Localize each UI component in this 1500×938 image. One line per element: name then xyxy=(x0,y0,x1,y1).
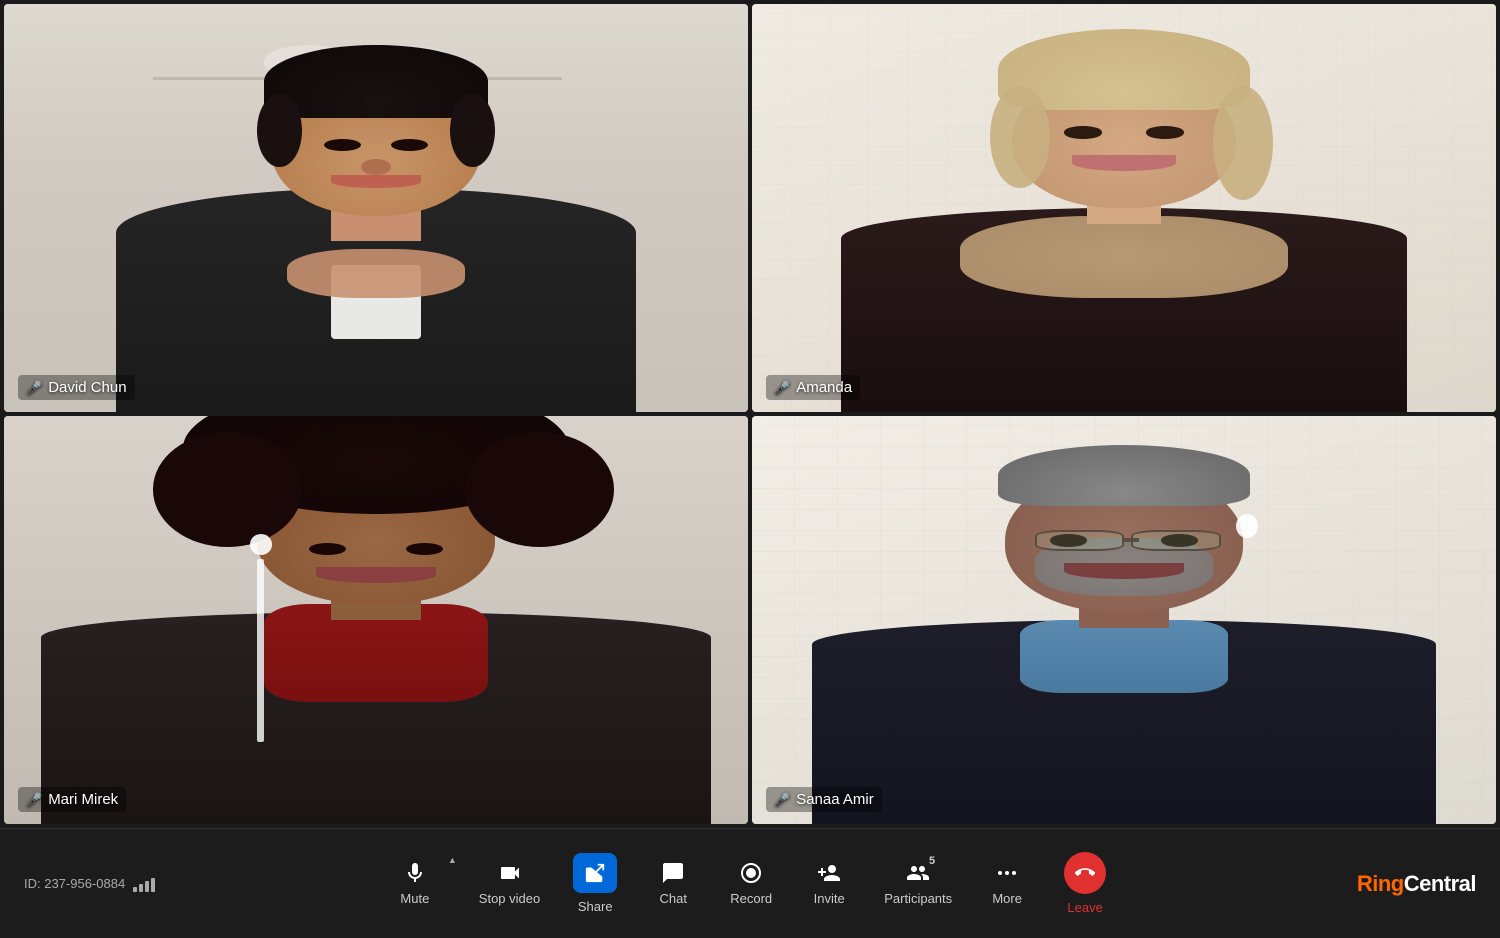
mute-caret-button[interactable]: ▲ xyxy=(446,855,459,865)
stop-video-label: Stop video xyxy=(479,891,540,906)
toolbar-actions: Mute ▲ Stop video Share xyxy=(380,844,1120,923)
participants-label: Participants xyxy=(884,891,952,906)
meeting-toolbar: ID: 237-956-0884 Mute ▲ xyxy=(0,828,1500,938)
invite-button[interactable]: Invite xyxy=(794,853,864,914)
mic-muted-icon: 🎤 xyxy=(774,380,790,396)
ringcentral-logo: RingCentral xyxy=(1357,871,1476,897)
share-label: Share xyxy=(578,899,613,914)
participant-tile-amanda: 🎤 Amanda xyxy=(752,4,1496,412)
chat-label: Chat xyxy=(659,891,686,906)
record-button[interactable]: Record xyxy=(716,853,786,914)
participant-tile-david-chun: 🎤 David Chun xyxy=(4,4,748,412)
share-button[interactable]: Share xyxy=(560,845,630,922)
record-icon xyxy=(739,861,763,885)
participants-button[interactable]: 5 Participants xyxy=(872,853,964,914)
mic-active-icon-2: 🎤 xyxy=(26,792,42,808)
participant-name-sanaa-amir: 🎤 Sanaa Amir xyxy=(766,787,882,812)
stop-video-button[interactable]: Stop video xyxy=(467,853,552,914)
mute-button[interactable]: Mute xyxy=(380,853,450,914)
leave-icon xyxy=(1064,852,1106,894)
leave-label: Leave xyxy=(1067,900,1102,915)
chat-icon xyxy=(661,861,685,885)
video-grid: 🎤 David Chun xyxy=(0,0,1500,828)
stop-video-icon xyxy=(498,861,522,885)
mute-icon xyxy=(403,861,427,885)
mic-active-icon: 🎤 xyxy=(26,380,42,396)
participant-name-amanda: 🎤 Amanda xyxy=(766,375,860,400)
invite-icon xyxy=(817,861,841,885)
share-icon xyxy=(573,853,617,893)
brand-area: RingCentral xyxy=(1296,871,1476,897)
more-label: More xyxy=(992,891,1022,906)
mute-group: Mute ▲ xyxy=(380,853,459,914)
mute-label: Mute xyxy=(400,891,429,906)
participant-tile-mari-mirek: 🎤 Mari Mirek xyxy=(4,416,748,824)
mic-active-icon-3: 🎤 xyxy=(774,792,790,808)
participants-icon xyxy=(905,861,931,885)
meeting-id: ID: 237-956-0884 xyxy=(24,876,125,891)
participant-tile-sanaa-amir: 🎤 Sanaa Amir xyxy=(752,416,1496,824)
signal-strength xyxy=(133,876,155,892)
more-icon xyxy=(995,861,1019,885)
meeting-info: ID: 237-956-0884 xyxy=(24,876,204,892)
leave-button[interactable]: Leave xyxy=(1050,844,1120,923)
more-button[interactable]: More xyxy=(972,853,1042,914)
participant-name-david-chun: 🎤 David Chun xyxy=(18,375,135,400)
chat-button[interactable]: Chat xyxy=(638,853,708,914)
participants-count: 5 xyxy=(929,855,935,867)
invite-label: Invite xyxy=(814,891,845,906)
participant-name-mari-mirek: 🎤 Mari Mirek xyxy=(18,787,126,812)
record-label: Record xyxy=(730,891,772,906)
